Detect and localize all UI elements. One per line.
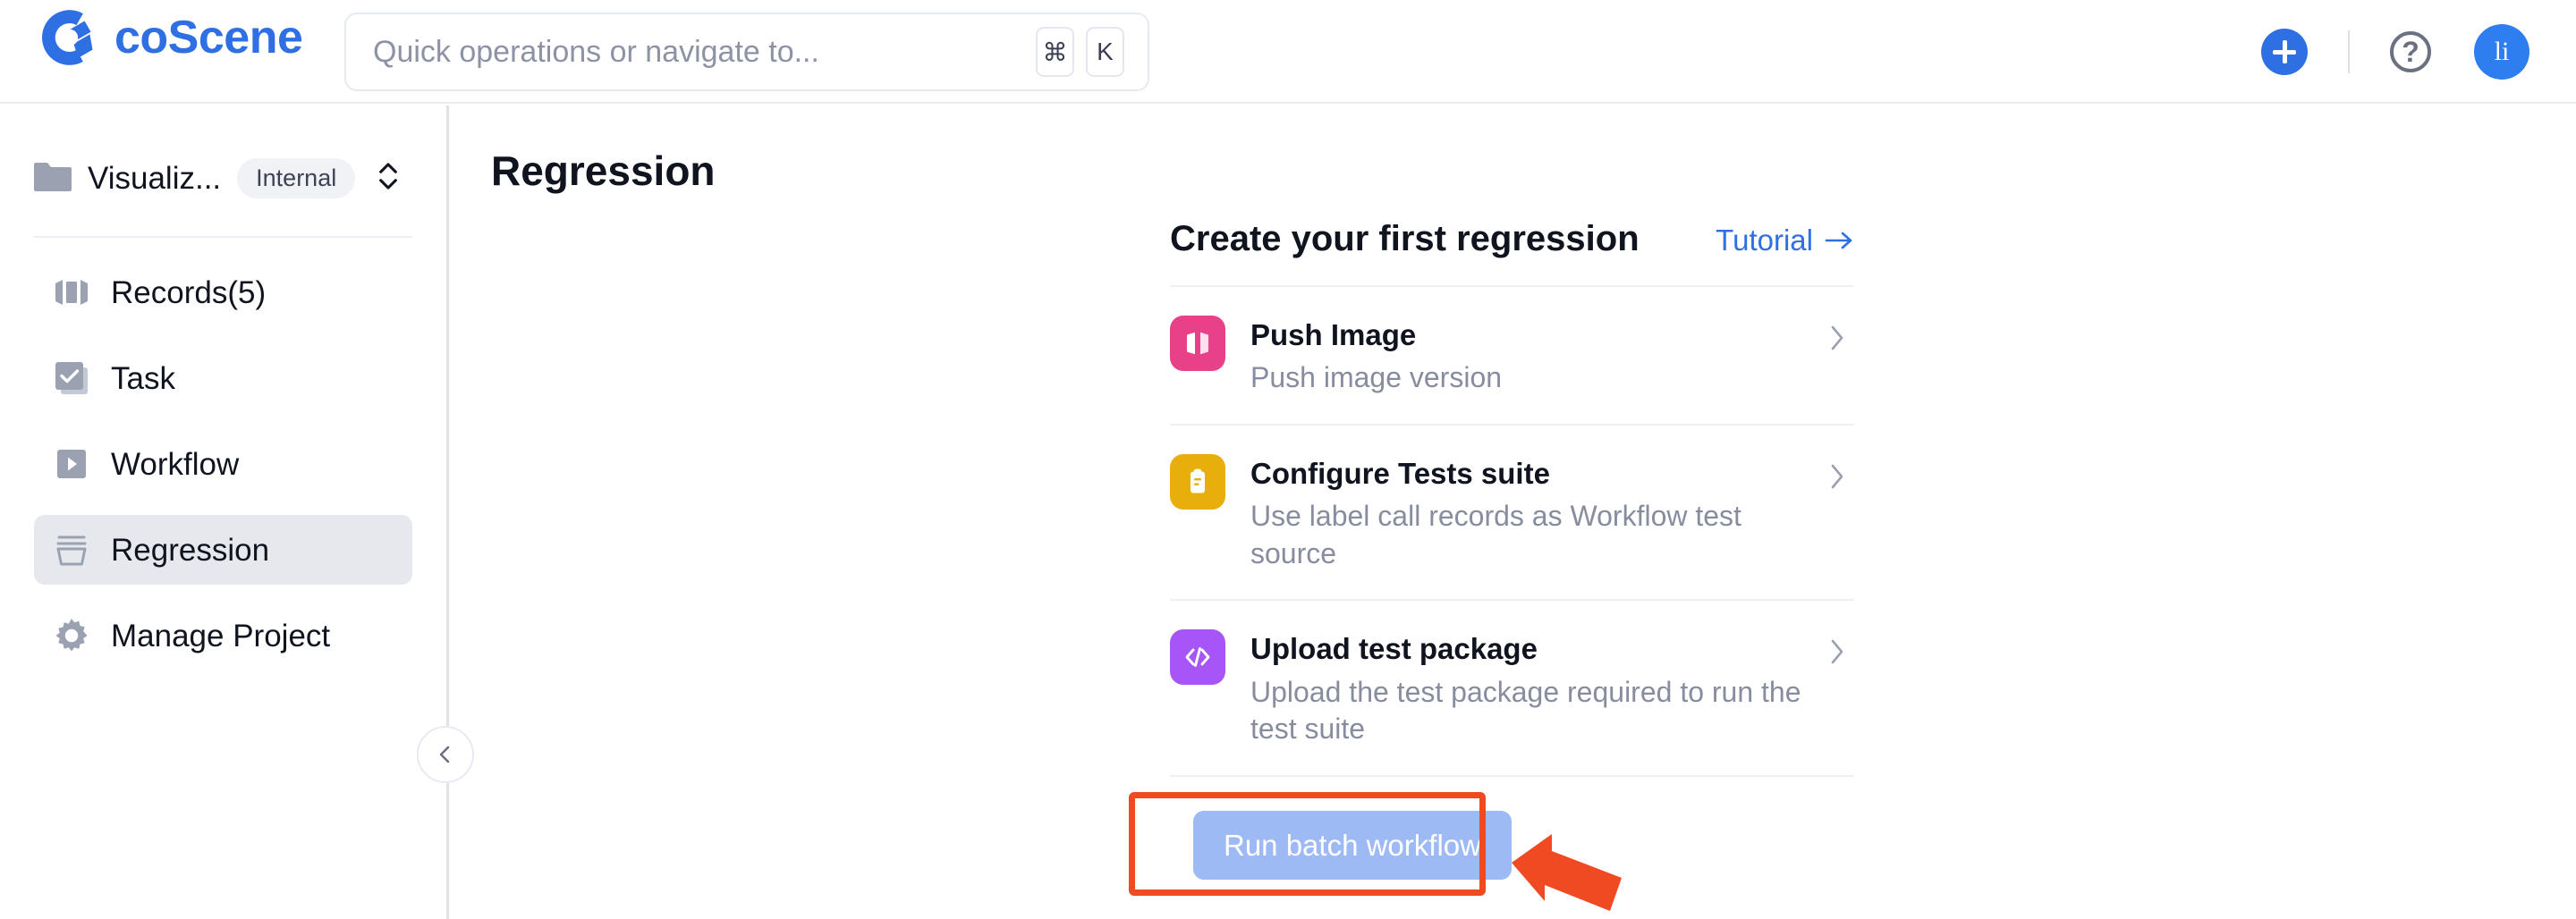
gear-icon <box>52 616 91 655</box>
task-checkbox-icon <box>52 358 91 398</box>
sidebar-item-label: Records(5) <box>111 274 267 310</box>
sidebar-item-label: Manage Project <box>111 618 331 653</box>
run-batch-workflow-button[interactable]: Run batch workflow <box>1193 810 1512 880</box>
option-body: Push Image Push image version <box>1250 316 1802 397</box>
option-row-configure-tests-suite[interactable]: Configure Tests suite Use label call rec… <box>1170 426 1854 599</box>
avatar[interactable]: li <box>2474 24 2529 80</box>
tutorial-label: Tutorial <box>1716 223 1813 257</box>
kbd-command: ⌘ <box>1036 27 1074 77</box>
card-title: Create your first regression <box>1170 219 1640 258</box>
search-input[interactable]: Quick operations or navigate to... ⌘ K <box>344 13 1149 91</box>
sidebar-separator <box>34 236 412 238</box>
option-description: Upload the test package required to run … <box>1250 675 1801 746</box>
option-description: Use label call records as Workflow test … <box>1250 500 1741 569</box>
chevron-right-icon[interactable] <box>1827 637 1854 667</box>
option-title: Upload test package <box>1250 632 1538 666</box>
coscene-aperture-logo-icon <box>39 7 100 68</box>
option-row-push-image[interactable]: Push Image Push image version <box>1170 287 1854 424</box>
header-divider <box>2348 30 2350 73</box>
help-question-icon[interactable]: ? <box>2390 31 2431 72</box>
workflow-play-icon <box>52 444 91 484</box>
option-title: Push Image <box>1250 318 1417 351</box>
clipboard-icon <box>1170 453 1225 510</box>
option-body: Configure Tests suite Use label call rec… <box>1250 454 1802 572</box>
option-row-upload-test-package[interactable]: Upload test package Upload the test pack… <box>1170 601 1854 774</box>
sidebar: Visualiz... Internal Records(5) Task Wor… <box>0 105 446 919</box>
kbd-k: K <box>1086 27 1124 77</box>
sidebar-item-workflow[interactable]: Workflow <box>34 429 412 499</box>
chevron-right-icon[interactable] <box>1827 461 1854 492</box>
tutorial-link[interactable]: Tutorial <box>1716 225 1854 255</box>
main-content: Regression Create your first regression … <box>449 105 2576 919</box>
sidebar-item-label: Workflow <box>111 446 240 482</box>
option-title: Configure Tests suite <box>1250 456 1550 490</box>
chevron-right-icon[interactable] <box>1827 323 1854 353</box>
sidebar-nav: Records(5) Task Workflow Regression Mana… <box>0 257 446 670</box>
search-placeholder: Quick operations or navigate to... <box>373 35 819 69</box>
sidebar-item-manage-project[interactable]: Manage Project <box>34 601 412 670</box>
regression-bucket-icon <box>52 530 91 569</box>
arrow-right-icon <box>1824 230 1854 251</box>
chevron-up-down-icon[interactable] <box>371 159 402 198</box>
option-body: Upload test package Upload the test pack… <box>1250 629 1802 747</box>
search-shortcut-hint: ⌘ K <box>1036 27 1124 77</box>
onboarding-card: Create your first regression Tutorial Pu… <box>1170 221 1854 886</box>
option-description: Push image version <box>1250 361 1503 394</box>
sidebar-item-regression[interactable]: Regression <box>34 515 412 585</box>
brand-name: coScene <box>114 12 303 63</box>
records-icon <box>52 273 91 312</box>
header-actions: ? li <box>2261 0 2529 104</box>
plus-icon[interactable] <box>2261 29 2308 75</box>
sidebar-item-task[interactable]: Task <box>34 343 412 413</box>
project-visibility-badge: Internal <box>237 157 356 198</box>
sidebar-item-label: Regression <box>111 532 270 568</box>
brand[interactable]: coScene <box>39 7 303 68</box>
code-brackets-icon <box>1170 629 1225 686</box>
sidebar-item-records[interactable]: Records(5) <box>34 257 412 327</box>
folder-icon <box>34 161 72 196</box>
page-title: Regression <box>491 148 716 194</box>
project-switcher[interactable]: Visualiz... Internal <box>34 145 412 211</box>
cta-zone: Run batch workflow <box>1170 777 1854 886</box>
sidebar-item-label: Task <box>111 360 175 396</box>
app-header: coScene Quick operations or navigate to.… <box>0 0 2576 104</box>
card-header: Create your first regression Tutorial <box>1170 221 1854 285</box>
project-name: Visualiz... <box>88 160 222 196</box>
image-panels-icon <box>1170 316 1225 371</box>
